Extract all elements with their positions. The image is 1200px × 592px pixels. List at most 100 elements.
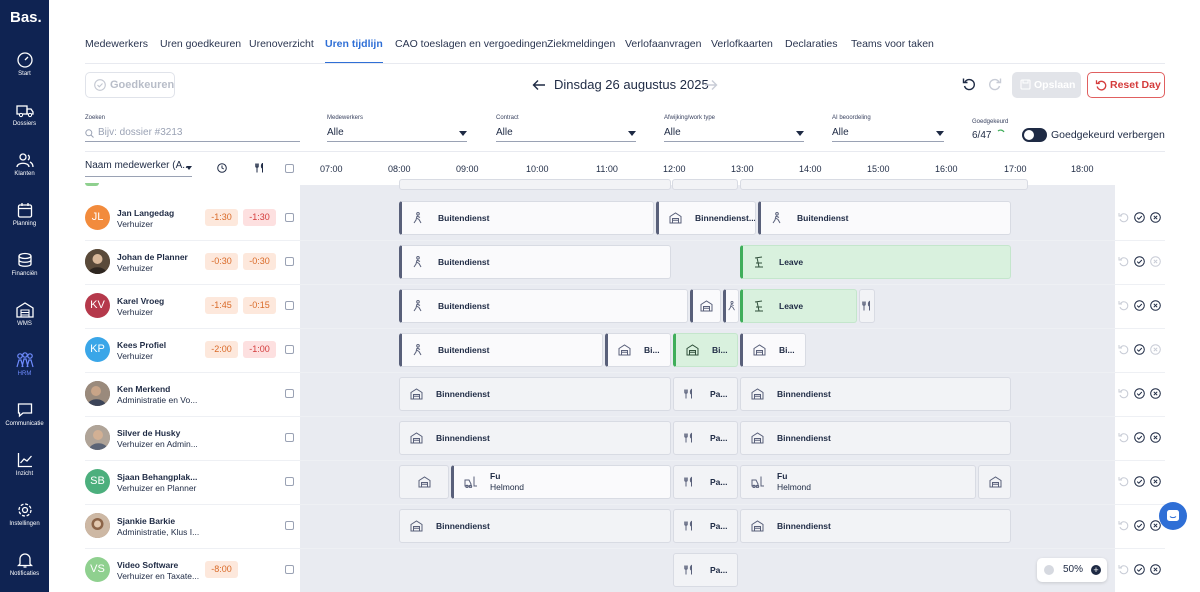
employee-name[interactable]: Karel Vroeg	[117, 296, 164, 306]
approve-icon[interactable]	[1134, 212, 1145, 223]
sidebar-item-financien[interactable]: Financiën	[0, 252, 49, 298]
approve-icon[interactable]	[1134, 344, 1145, 355]
time-block-binnendienst[interactable]	[399, 465, 449, 499]
reject-icon[interactable]	[1150, 564, 1161, 575]
zoom-in-button[interactable]: +	[1091, 565, 1101, 575]
approve-icon[interactable]	[1134, 388, 1145, 399]
time-block-binnendienst[interactable]: Binnendienst	[740, 509, 1011, 543]
sidebar-item-dossiers[interactable]: Dossiers	[0, 102, 49, 148]
zoom-out-button[interactable]	[1044, 565, 1054, 575]
employee-name[interactable]: Johan de Planner	[117, 252, 188, 262]
app-logo[interactable]: Bas.	[10, 9, 42, 26]
sidebar-item-inzicht[interactable]: Inzicht	[0, 452, 49, 498]
arrow-right-icon[interactable]	[704, 78, 718, 92]
reject-icon[interactable]	[1150, 300, 1161, 311]
time-block-binnendienst[interactable]: Binnendienst	[740, 421, 1011, 455]
undo-icon[interactable]	[1118, 300, 1129, 311]
work-type-select[interactable]: Alle	[664, 124, 804, 142]
time-block-buitendienst[interactable]: Buitendienst	[399, 201, 654, 235]
row-checkbox[interactable]	[285, 345, 294, 354]
employee-name[interactable]: Silver de Husky	[117, 428, 180, 438]
time-block-buitendienst[interactable]: Buitendienst	[399, 245, 671, 279]
time-block-binnendienst-approved[interactable]: Bi...	[673, 333, 738, 367]
sidebar-item-instellingen[interactable]: Instellingen	[0, 502, 49, 548]
sidebar-item-wms[interactable]: WMS	[0, 302, 49, 348]
sidebar-item-notificaties[interactable]: Notificaties	[0, 552, 49, 592]
ai-select[interactable]: Alle	[832, 124, 944, 142]
approve-icon[interactable]	[1134, 256, 1145, 267]
time-block[interactable]	[672, 179, 738, 190]
undo-icon[interactable]	[962, 77, 976, 91]
time-block-pause[interactable]: Pa...	[673, 553, 738, 587]
time-block-pause[interactable]	[859, 289, 875, 323]
row-checkbox[interactable]	[285, 257, 294, 266]
time-block-leave[interactable]: Leave	[740, 289, 857, 323]
time-block-pause[interactable]: Pa...	[673, 421, 738, 455]
time-block-binnendienst[interactable]: Binnendienst	[399, 509, 671, 543]
time-block-leave[interactable]: Leave	[740, 245, 1011, 279]
time-block[interactable]	[399, 179, 671, 190]
undo-icon[interactable]	[1118, 520, 1129, 531]
reset-day-button[interactable]: Reset Day	[1087, 72, 1165, 98]
tab-medewerkers[interactable]: Medewerkers	[85, 38, 148, 64]
row-checkbox[interactable]	[285, 477, 294, 486]
time-block-fu[interactable]: Fu Helmond	[740, 465, 976, 499]
redo-icon[interactable]	[988, 77, 1002, 91]
time-block-binnendienst[interactable]: Binnendienst	[399, 377, 671, 411]
row-checkbox[interactable]	[285, 213, 294, 222]
work-type-filter[interactable]: Afwijking/work type Alle	[664, 115, 804, 142]
time-block-pause[interactable]: Pa...	[673, 377, 738, 411]
approve-icon[interactable]	[1134, 300, 1145, 311]
undo-icon[interactable]	[1118, 432, 1129, 443]
time-block-buitendienst[interactable]: Buitendienst	[758, 201, 1011, 235]
tab-ziekmeldingen[interactable]: Ziekmeldingen	[547, 38, 615, 64]
arrow-left-icon[interactable]	[532, 78, 546, 92]
employee-name[interactable]: Ken Merkend	[117, 384, 170, 394]
name-column-sort[interactable]: Naam medewerker (A...	[85, 160, 192, 177]
employee-name[interactable]: Sjankie Barkie	[117, 516, 175, 526]
tab-verlofaanvragen[interactable]: Verlofaanvragen	[625, 38, 701, 64]
tab-declaraties[interactable]: Declaraties	[785, 38, 838, 64]
row-checkbox[interactable]	[285, 565, 294, 574]
undo-icon[interactable]	[1118, 388, 1129, 399]
undo-icon[interactable]	[1118, 344, 1129, 355]
time-block-binnendienst[interactable]: Bi...	[605, 333, 671, 367]
undo-icon[interactable]	[1118, 212, 1129, 223]
time-block-binnendienst[interactable]: Binnendienst	[740, 377, 1011, 411]
sidebar-item-planning[interactable]: Planning	[0, 202, 49, 248]
tab-uren-tijdlijn[interactable]: Uren tijdlijn	[325, 38, 383, 64]
reject-icon[interactable]	[1150, 344, 1161, 355]
reject-icon[interactable]	[1150, 212, 1161, 223]
employee-name[interactable]: Video Software	[117, 560, 178, 570]
time-block[interactable]	[740, 179, 1028, 190]
select-all-checkbox[interactable]	[285, 164, 294, 173]
approve-icon[interactable]	[1134, 564, 1145, 575]
undo-icon[interactable]	[1118, 256, 1129, 267]
approve-button[interactable]: Goedkeuren	[85, 72, 175, 98]
save-button[interactable]: Opslaan	[1012, 72, 1081, 98]
approve-icon[interactable]	[1134, 476, 1145, 487]
time-block-binnendienst[interactable]: Bi...	[740, 333, 806, 367]
time-block-pause[interactable]: Pa...	[673, 465, 738, 499]
reject-icon[interactable]	[1150, 256, 1161, 267]
row-checkbox[interactable]	[285, 433, 294, 442]
contract-select[interactable]: Alle	[496, 124, 636, 142]
time-block-binnendienst[interactable]	[690, 289, 721, 323]
tab-uren-goedkeuren[interactable]: Uren goedkeuren	[160, 38, 241, 64]
sidebar-item-hrm[interactable]: HRM	[0, 352, 49, 398]
tab-urenoverzicht[interactable]: Urenoverzicht	[249, 38, 314, 64]
sidebar-item-start[interactable]: Start	[0, 52, 49, 98]
employee-name[interactable]: Sjaan Behangplak...	[117, 472, 197, 482]
time-block-buitendienst[interactable]	[723, 289, 739, 323]
search-input[interactable]: Bijv: dossier #3213	[85, 124, 300, 142]
time-block-binnendienst[interactable]	[978, 465, 1011, 499]
time-block-buitendienst[interactable]: Buitendienst	[399, 289, 688, 323]
employee-name[interactable]: Jan Langedag	[117, 208, 174, 218]
undo-icon[interactable]	[1118, 476, 1129, 487]
employees-select[interactable]: Alle	[327, 124, 467, 142]
sidebar-item-klanten[interactable]: Klanten	[0, 152, 49, 198]
approve-icon[interactable]	[1134, 520, 1145, 531]
time-block-binnendienst[interactable]: Binnendienst	[399, 421, 671, 455]
contract-filter[interactable]: Contract Alle	[496, 115, 636, 142]
ai-filter[interactable]: AI beoordeling Alle	[832, 115, 944, 142]
